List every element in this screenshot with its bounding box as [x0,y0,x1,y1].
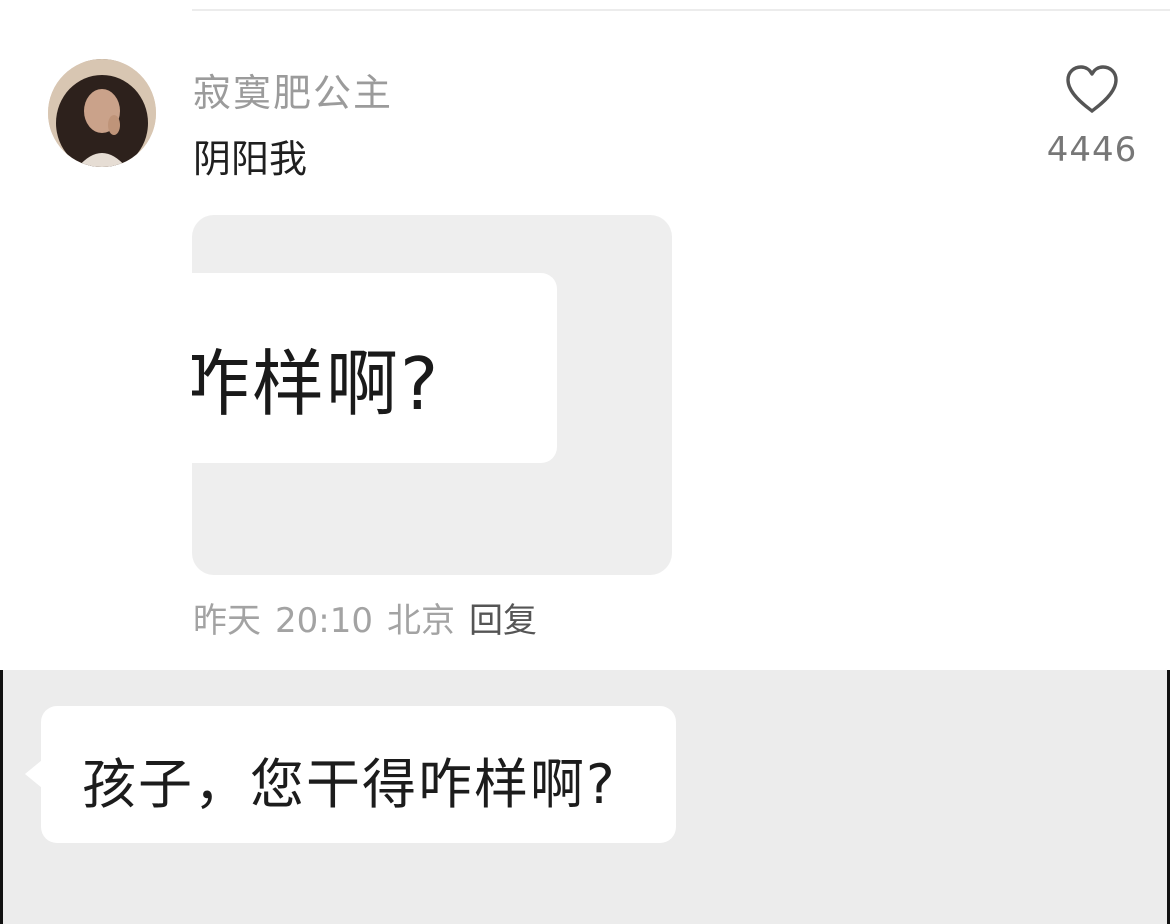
image-bubble-text: 咋样啊? [192,342,441,426]
user-avatar[interactable] [48,59,156,167]
comment-date: 昨天 [193,601,261,641]
comment-time: 20:10 [275,601,373,641]
heart-icon[interactable] [1064,64,1120,116]
comment-location: 北京 [386,601,455,641]
like-count: 4446 [1046,130,1138,170]
comment-image[interactable]: 咋样啊? [192,215,672,575]
top-divider [192,9,1170,11]
comment-meta: 昨天 20:10 北京 回复 [193,593,537,642]
image-chat-bubble: 咋样啊? [192,273,557,463]
comment-username[interactable]: 寂寞肥公主 [193,62,393,117]
comment-text: 阴阳我 [193,137,308,181]
panel-border-left [0,670,3,924]
avatar-photo-icon [48,59,156,167]
chat-bubble-tail [25,760,42,788]
quoted-message-text: 孩子，您干得咋样啊? [82,753,617,816]
reply-button[interactable]: 回复 [469,601,537,641]
